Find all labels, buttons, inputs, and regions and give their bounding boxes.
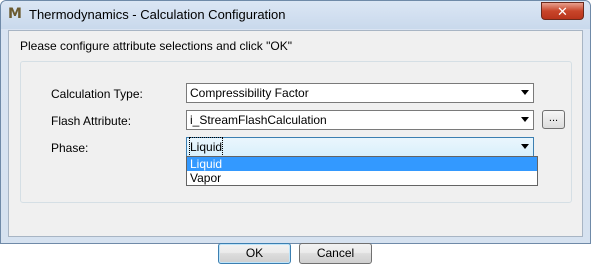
calculation-type-select[interactable]: Compressibility Factor bbox=[186, 83, 534, 103]
phase-label: Phase: bbox=[51, 141, 89, 155]
dropdown-option-vapor[interactable]: Vapor bbox=[187, 171, 537, 185]
cancel-button[interactable]: Cancel bbox=[299, 243, 372, 264]
chevron-down-icon bbox=[521, 144, 529, 149]
title-bar[interactable]: M Thermodynamics - Calculation Configura… bbox=[1, 1, 590, 29]
dropdown-option-liquid[interactable]: Liquid bbox=[187, 157, 537, 171]
dialog-window: M Thermodynamics - Calculation Configura… bbox=[0, 0, 591, 264]
phase-value: Liquid bbox=[188, 137, 224, 157]
phase-select[interactable]: Liquid bbox=[186, 137, 534, 157]
chevron-down-icon bbox=[521, 117, 529, 122]
flash-attribute-value: i_StreamFlashCalculation bbox=[190, 113, 327, 127]
instruction-text: Please configure attribute selections an… bbox=[20, 39, 292, 53]
browse-button[interactable]: ... bbox=[542, 110, 565, 129]
close-button[interactable]: ✕ bbox=[541, 2, 584, 20]
chevron-down-icon bbox=[521, 90, 529, 95]
flash-attribute-select[interactable]: i_StreamFlashCalculation bbox=[186, 110, 534, 130]
calculation-type-value: Compressibility Factor bbox=[190, 86, 309, 100]
phase-dropdown-list: Liquid Vapor bbox=[186, 156, 538, 186]
calculation-type-label: Calculation Type: bbox=[51, 87, 143, 101]
flash-attribute-label: Flash Attribute: bbox=[51, 114, 132, 128]
ok-button[interactable]: OK bbox=[218, 243, 291, 264]
window-title: Thermodynamics - Calculation Configurati… bbox=[29, 7, 286, 22]
dialog-body: Please configure attribute selections an… bbox=[8, 30, 583, 264]
app-logo-icon: M bbox=[8, 6, 22, 22]
